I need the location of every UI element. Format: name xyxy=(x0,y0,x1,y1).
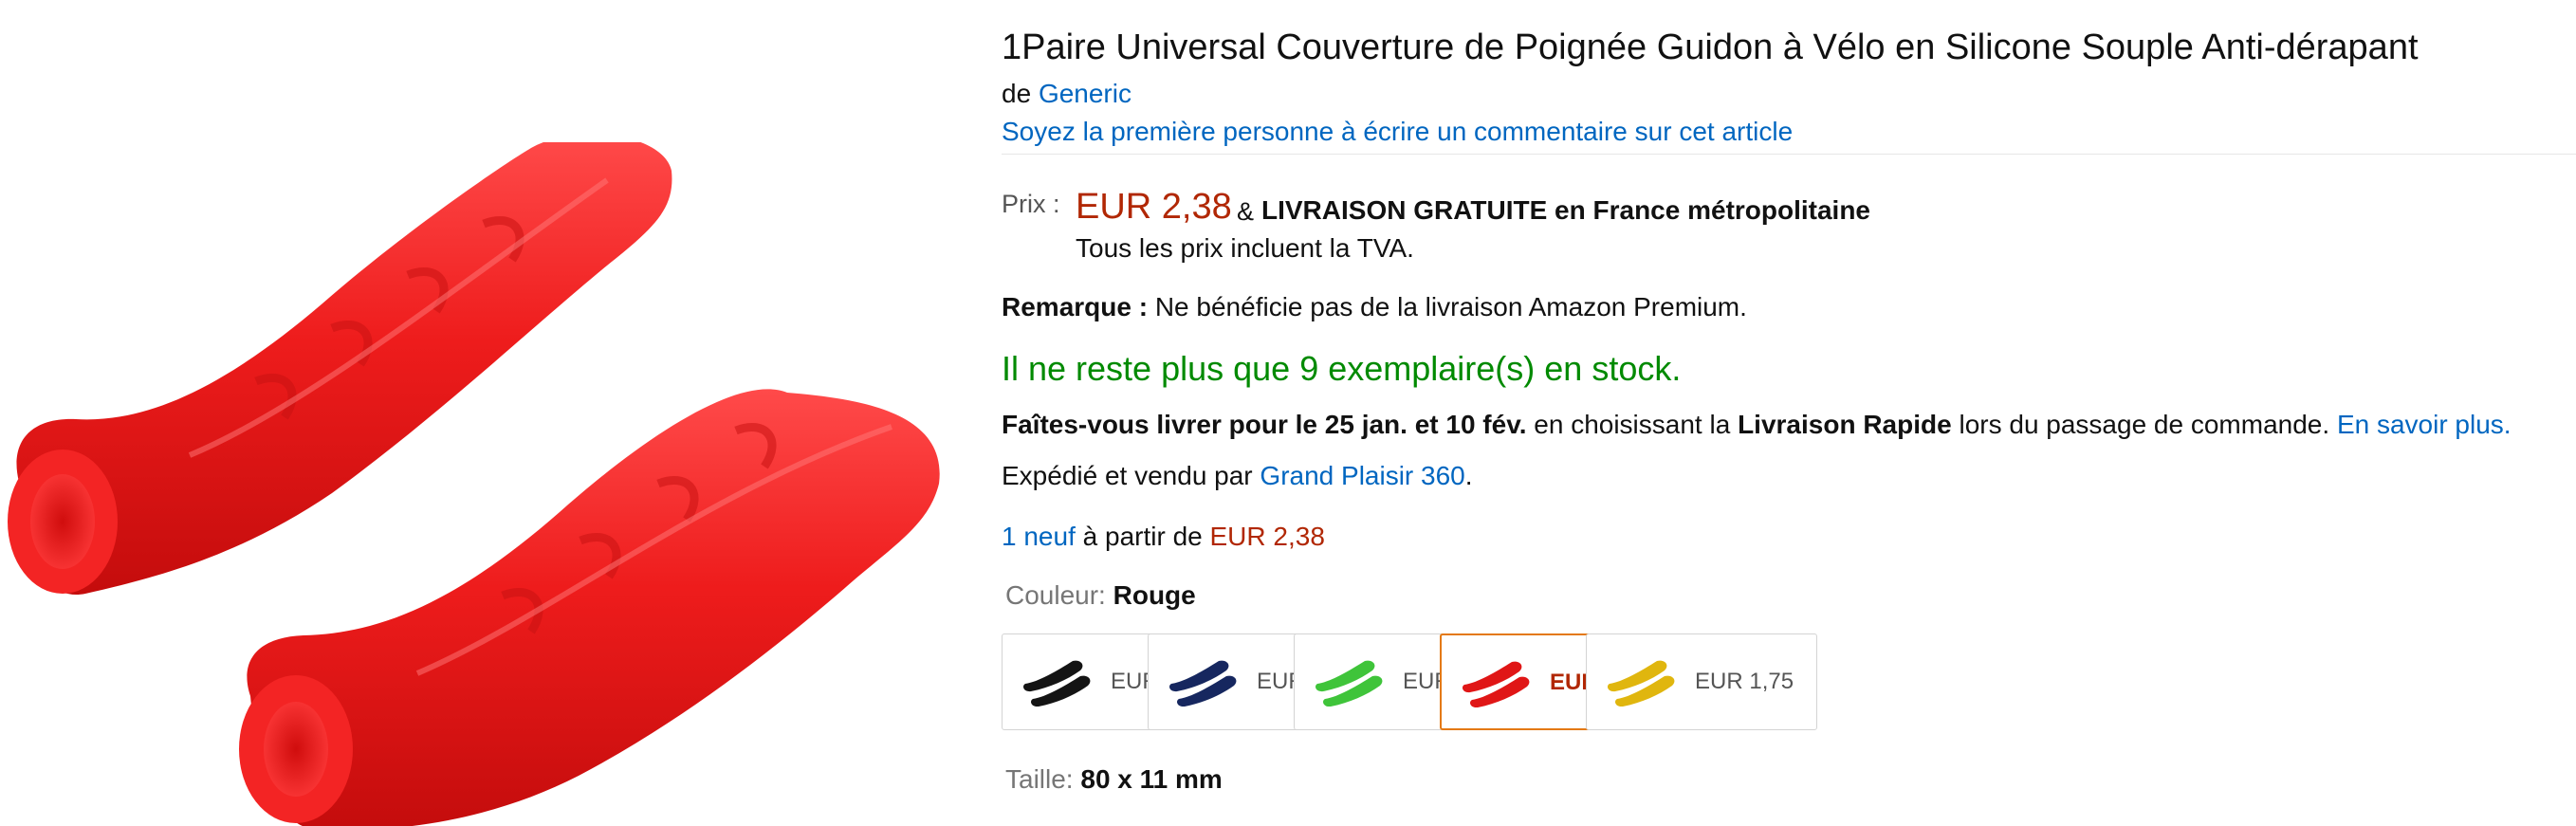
color-label: Couleur: xyxy=(1005,580,1106,610)
learn-more-link[interactable]: En savoir plus. xyxy=(2337,410,2512,439)
remark-line: Remarque : Ne bénéficie pas de la livrai… xyxy=(1002,292,1747,322)
by-prefix: de xyxy=(1002,79,1032,108)
color-selected-value: Rouge xyxy=(1113,580,1196,610)
size-label: Taille: xyxy=(1005,764,1074,794)
seller-prefix: Expédié et vendu par xyxy=(1002,461,1253,490)
color-selection: Couleur: Rouge xyxy=(1005,580,1196,611)
product-image[interactable] xyxy=(0,142,958,826)
brake-lever-covers-image xyxy=(8,142,940,826)
seller-suffix: . xyxy=(1464,461,1473,490)
grip-pair-red-icon xyxy=(1463,661,1530,707)
tax-note: Tous les prix incluent la TVA. xyxy=(1076,233,1414,263)
delivery-estimate: Faîtes-vous livrer pour le 25 jan. et 10… xyxy=(1002,410,2512,440)
offers-middle: à partir de xyxy=(1082,522,1203,551)
price-label: Prix : xyxy=(1002,190,1060,218)
grip-pair-black-icon xyxy=(1023,660,1091,707)
brand-byline: de Generic xyxy=(1002,78,1132,110)
swatch-yellow[interactable]: EUR 1,75 xyxy=(1586,633,1817,730)
brand-link[interactable]: Generic xyxy=(1039,79,1132,108)
seller-line: Expédié et vendu par Grand Plaisir 360. xyxy=(1002,461,1473,491)
delivery-suffix: lors du passage de commande. xyxy=(1959,410,2330,439)
product-title: 1Paire Universal Couverture de Poignée G… xyxy=(1002,28,2419,67)
seller-link[interactable]: Grand Plaisir 360 xyxy=(1260,461,1464,490)
price-value: EUR 2,38 xyxy=(1076,187,1232,227)
remark-text: Ne bénéficie pas de la livraison Amazon … xyxy=(1154,292,1747,321)
size-value: 80 x 11 mm xyxy=(1080,764,1223,794)
divider xyxy=(1002,154,2576,155)
delivery-dates: Faîtes-vous livrer pour le 25 jan. et 10… xyxy=(1002,410,1527,439)
delivery-middle: en choisissant la xyxy=(1534,410,1731,439)
remark-label: Remarque : xyxy=(1002,292,1149,321)
price-ampersand: & xyxy=(1237,197,1255,226)
write-review-link[interactable]: Soyez la première personne à écrire un c… xyxy=(1002,116,1793,148)
size-selection: Taille: 80 x 11 mm xyxy=(1005,764,1223,795)
grip-pair-green-icon xyxy=(1316,660,1383,707)
grip-pair-navy-icon xyxy=(1169,660,1237,707)
free-shipping-text: LIVRAISON GRATUITE en France métropolita… xyxy=(1261,195,1871,225)
offers-price: EUR 2,38 xyxy=(1209,522,1325,551)
new-offers-link[interactable]: 1 neuf xyxy=(1002,522,1076,551)
stock-availability: Il ne reste plus que 9 exemplaire(s) en … xyxy=(1002,349,1682,388)
delivery-method: Livraison Rapide xyxy=(1738,410,1952,439)
swatch-price: EUR 1,75 xyxy=(1695,669,1794,694)
offers-line: 1 neuf à partir de EUR 2,38 xyxy=(1002,522,1325,552)
grip-pair-yellow-icon xyxy=(1608,660,1675,707)
